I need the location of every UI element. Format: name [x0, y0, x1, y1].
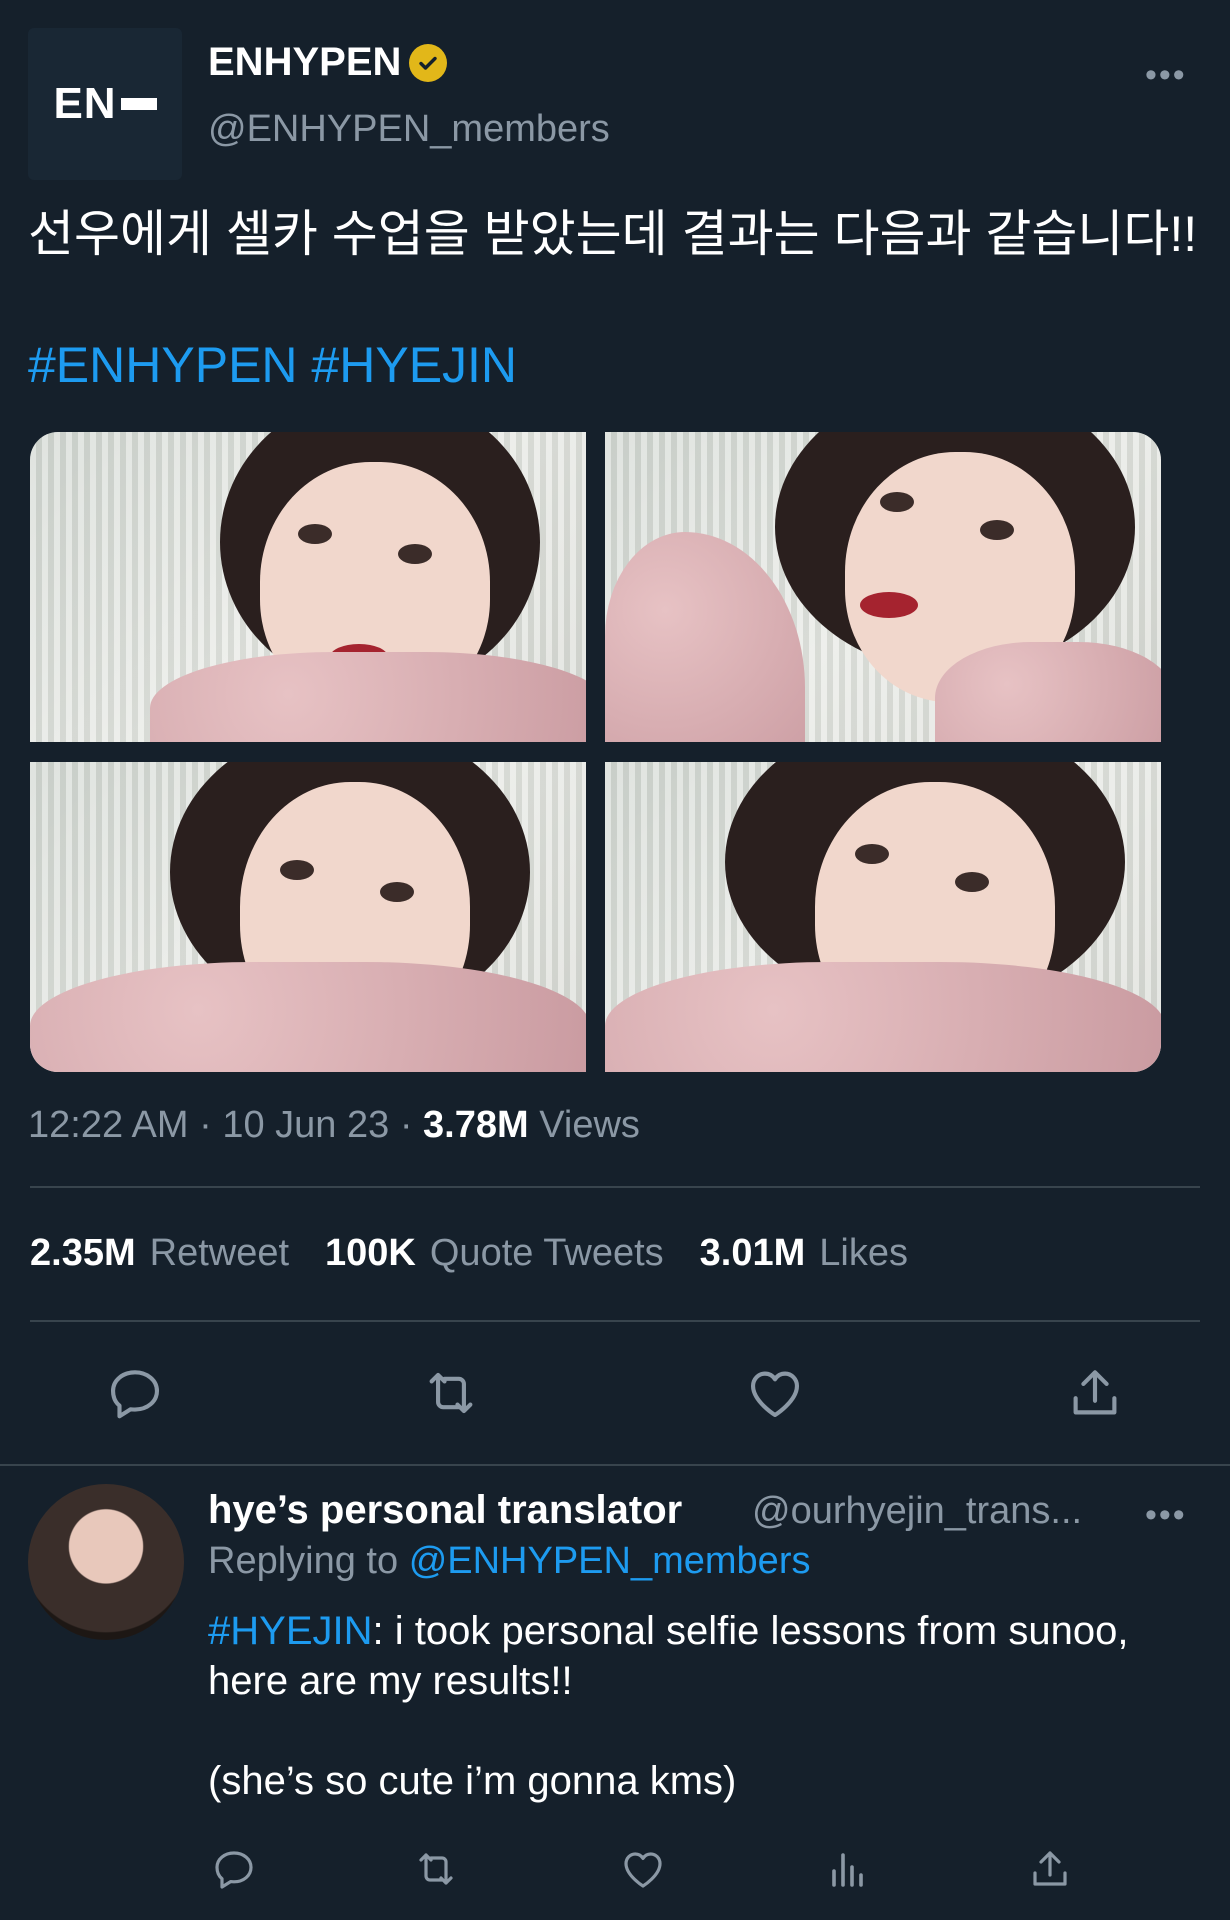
- enhypen-logo: EN: [53, 79, 117, 128]
- divider: [0, 1464, 1230, 1466]
- tweet-time: 12:22 AM: [28, 1104, 189, 1146]
- engagement-stats: 2.35M Retweet 100K Quote Tweets 3.01M Likes: [30, 1232, 908, 1275]
- tweet-timestamp: 12:22 AM · 10 Jun 23 · 3.78M Views: [28, 1104, 640, 1147]
- retweets-count: 2.35M: [30, 1232, 136, 1274]
- quotes-stat[interactable]: 100K Quote Tweets: [325, 1232, 664, 1275]
- retweets-stat[interactable]: 2.35M Retweet: [30, 1232, 289, 1275]
- divider: [30, 1320, 1200, 1322]
- quotes-label: Quote Tweets: [429, 1232, 664, 1274]
- reply-display-name[interactable]: hye’s personal translator: [208, 1488, 682, 1533]
- retweets-label: Retweet: [149, 1232, 290, 1274]
- likes-stat[interactable]: 3.01M Likes: [700, 1232, 908, 1275]
- likes-label: Likes: [819, 1232, 908, 1274]
- views-label: Views: [539, 1104, 640, 1146]
- tweet-text: 선우에게 셀카 수업을 받았는데 결과는 다음과 같습니다!!: [28, 206, 1198, 262]
- more-options-icon[interactable]: •••: [1145, 56, 1187, 95]
- reply-more-options-icon[interactable]: •••: [1145, 1496, 1187, 1535]
- reply-icon[interactable]: [104, 1362, 166, 1424]
- divider: [30, 1186, 1200, 1188]
- logo-dash: [120, 98, 157, 110]
- retweet-icon[interactable]: [420, 1362, 482, 1424]
- account-avatar[interactable]: EN: [28, 28, 182, 180]
- separator: ·: [199, 1104, 212, 1146]
- share-icon[interactable]: [1064, 1362, 1126, 1424]
- likes-count: 3.01M: [699, 1232, 806, 1274]
- reply-reply-icon[interactable]: [210, 1845, 258, 1893]
- display-name[interactable]: ENHYPEN: [208, 40, 401, 85]
- separator: ·: [399, 1104, 413, 1146]
- reply-like-icon[interactable]: [619, 1845, 667, 1893]
- replying-to-line: Replying to @ENHYPEN_members: [208, 1540, 810, 1583]
- reply-hashtag[interactable]: #HYEJIN: [208, 1609, 373, 1653]
- account-handle[interactable]: @ENHYPEN_members: [208, 108, 610, 151]
- tweet-date: 10 Jun 23: [222, 1104, 390, 1146]
- reply-share-icon[interactable]: [1026, 1845, 1074, 1893]
- reply-retweet-icon[interactable]: [412, 1845, 460, 1893]
- tweet-photo-1[interactable]: [30, 432, 586, 742]
- tweet-photo-3[interactable]: [30, 762, 586, 1072]
- tweet-photo-4[interactable]: [605, 762, 1161, 1072]
- quotes-count: 100K: [325, 1232, 416, 1274]
- like-icon[interactable]: [744, 1362, 806, 1424]
- views-count: 3.78M: [423, 1104, 529, 1146]
- reply-line-2: (she’s so cute i’m gonna kms): [208, 1759, 737, 1803]
- tweet-hashtags[interactable]: #ENHYPEN #HYEJIN: [28, 336, 517, 394]
- verified-badge-icon: [409, 43, 448, 82]
- display-name-row[interactable]: ENHYPEN: [208, 40, 448, 85]
- reply-text: #HYEJIN: i took personal selfie lessons …: [208, 1606, 1188, 1806]
- reply-views-icon[interactable]: [824, 1845, 872, 1893]
- reply-handle[interactable]: @ourhyejin_trans...: [752, 1490, 1082, 1533]
- reply-avatar[interactable]: [28, 1484, 184, 1640]
- tweet-photo-2[interactable]: [605, 432, 1161, 742]
- replying-prefix: Replying to: [208, 1540, 399, 1582]
- replying-to-handle[interactable]: @ENHYPEN_members: [409, 1540, 811, 1582]
